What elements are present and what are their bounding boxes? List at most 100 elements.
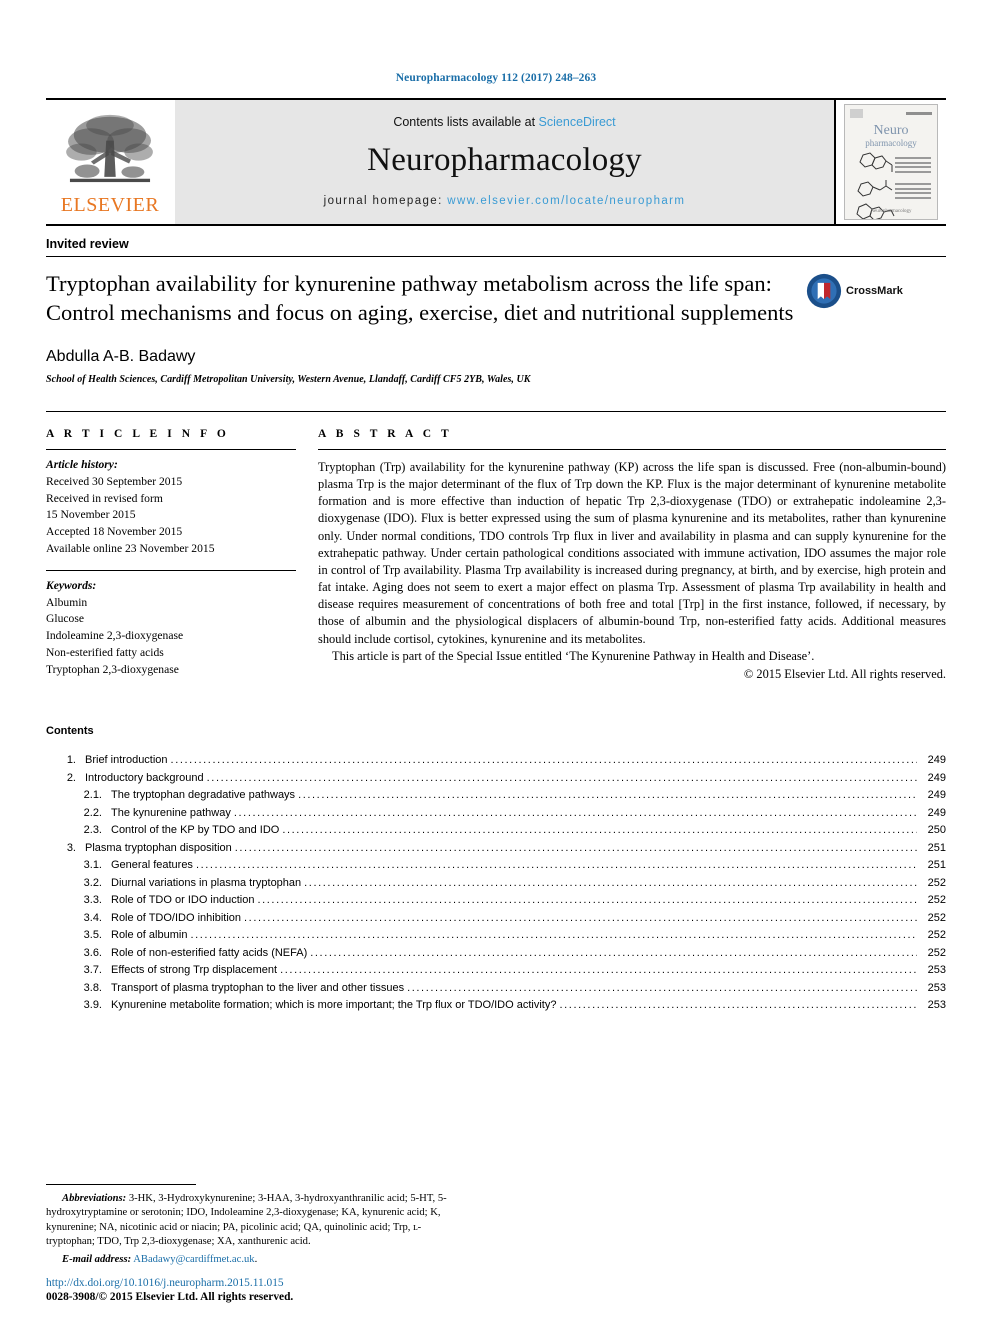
toc-label: Role of non-esterified fatty acids (NEFA… — [111, 946, 308, 959]
toc-number: 2. — [66, 771, 76, 784]
article-history: Article history: Received 30 September 2… — [46, 450, 296, 558]
toc-row[interactable]: 3.6. Role of non-esterified fatty acids (… — [46, 946, 946, 959]
toc-page-number: 249 — [927, 789, 946, 802]
toc-row[interactable]: 2.1. The tryptophan degradative pathways.… — [46, 790, 946, 801]
masthead-center: Contents lists available at ScienceDirec… — [174, 100, 834, 224]
toc-number: 3.4. — [83, 911, 102, 924]
running-head: Neuropharmacology 112 (2017) 248–263 — [395, 72, 597, 84]
toc-leader-dots: ........................................… — [234, 842, 917, 854]
history-item: Received 30 September 2015 — [46, 474, 183, 488]
cover-title-line1: Neuro — [873, 123, 909, 138]
toc-number: 2.3. — [83, 824, 102, 837]
toc-row[interactable]: 3.8. Transport of plasma tryptophan to th… — [46, 981, 946, 994]
email-link[interactable]: ABadawy@cardiffmet.ac.uk — [133, 1254, 254, 1265]
toc-number: 3.3. — [83, 894, 102, 907]
contents-available-prefix: Contents lists available at — [393, 115, 539, 129]
toc-number: 3.6. — [83, 946, 102, 959]
elsevier-tree-icon — [66, 114, 153, 182]
toc-row[interactable]: 3.5. Role of albumin.....................… — [46, 930, 946, 941]
journal-cover-container: Neuro pharmacology Neuropharmacology — [834, 100, 946, 224]
toc-list: 1. Brief introduction....................… — [46, 755, 946, 1011]
cover-molecule-icon-1 — [859, 152, 893, 172]
toc-row[interactable]: 3.4. Role of TDO/IDO inhibition..........… — [46, 911, 946, 924]
toc-page-number: 252 — [927, 946, 946, 959]
abbreviations-note: Abbreviations: 3-HK, 3-Hydroxykynurenine… — [46, 1192, 466, 1249]
toc-row[interactable]: 2.3. Control of the KP by TDO and IDO....… — [46, 825, 946, 836]
toc-label: Plasma tryptophan disposition — [85, 841, 232, 854]
cover-title: Neuro pharmacology — [845, 123, 937, 148]
cover-elsevier-mark-icon — [850, 109, 863, 118]
doi-link[interactable]: http://dx.doi.org/10.1016/j.neuropharm.2… — [46, 1277, 293, 1289]
toc-label: Effects of strong Trp displacement — [111, 964, 278, 977]
abstract-heading: A B S T R A C T — [318, 427, 453, 440]
journal-homepage-line: journal homepage: www.elsevier.com/locat… — [324, 195, 686, 207]
toc-label: Kynurenine metabolite formation; which i… — [111, 999, 557, 1012]
email-note: E-mail address: ABadawy@cardiffmet.ac.uk… — [62, 1254, 258, 1265]
toc-label: Introductory background — [85, 771, 204, 784]
abstract-text: Tryptophan (Trp) availability for the ky… — [318, 459, 946, 646]
crossmark-badge[interactable]: CrossMark — [806, 273, 910, 309]
toc-label: General features — [111, 859, 193, 872]
toc-row[interactable]: 3. Plasma tryptophan disposition.........… — [46, 841, 946, 854]
toc-page-number: 250 — [927, 824, 946, 837]
toc-number: 1. — [66, 754, 76, 767]
toc-row[interactable]: 2.2. The kynurenine pathway..............… — [46, 806, 946, 819]
abstract-column: A B S T R A C T Tryptophan (Trp) availab… — [318, 428, 946, 683]
toc-label: The tryptophan degradative pathways — [111, 789, 296, 802]
cover-footer: Neuropharmacology — [870, 209, 912, 214]
toc-leader-dots: ........................................… — [206, 772, 917, 784]
elsevier-wordmark: ELSEVIER — [60, 193, 160, 216]
toc-row[interactable]: 3.1. General features....................… — [46, 860, 946, 871]
toc-leader-dots: ........................................… — [190, 930, 917, 942]
history-item: Available online 23 November 2015 — [46, 541, 215, 555]
keyword-item: Tryptophan 2,3-dioxygenase — [46, 662, 179, 676]
toc-row[interactable]: 3.3. Role of TDO or IDO induction........… — [46, 895, 946, 906]
toc-row[interactable]: 3.7. Effects of strong Trp displacement..… — [46, 965, 946, 976]
toc-row[interactable]: 3.9. Kynurenine metabolite formation; whi… — [46, 1000, 946, 1011]
author-affiliation: School of Health Sciences, Cardiff Metro… — [46, 373, 531, 385]
toc-row[interactable]: 2. Introductory background...............… — [46, 771, 946, 784]
toc-leader-dots: ........................................… — [244, 912, 917, 924]
toc-leader-dots: ........................................… — [282, 825, 917, 837]
toc-number: 3.2. — [83, 876, 102, 889]
issn-copyright: 0028-3908/© 2015 Elsevier Ltd. All right… — [46, 1291, 294, 1303]
keywords-label: Keywords: — [46, 578, 97, 592]
toc-leader-dots: ........................................… — [257, 895, 917, 907]
toc-leader-dots: ........................................… — [310, 947, 917, 959]
toc-leader-dots: ........................................… — [304, 877, 917, 889]
toc-page-number: 249 — [927, 771, 946, 784]
page-title: Tryptophan availability for kynurenine p… — [46, 271, 794, 326]
history-item: 15 November 2015 — [46, 508, 136, 522]
toc-page-number: 249 — [927, 806, 946, 819]
abstract-special-issue: This article is part of the Special Issu… — [332, 648, 815, 663]
toc-label: Role of albumin — [111, 929, 188, 942]
journal-title: Neuropharmacology — [367, 142, 642, 178]
toc-row[interactable]: 3.2. Diurnal variations in plasma tryptop… — [46, 876, 946, 889]
toc-row[interactable]: 1. Brief introduction....................… — [46, 755, 946, 766]
homepage-url-link[interactable]: www.elsevier.com/locate/neuropharm — [447, 195, 685, 207]
info-abstract-wrapper: A R T I C L E I N F O Article history: R… — [46, 410, 946, 683]
keyword-item: Glucose — [46, 612, 84, 626]
toc-label: Brief introduction — [85, 754, 168, 767]
toc-label: Role of TDO/IDO inhibition — [111, 911, 242, 924]
footnote-rule — [46, 1184, 196, 1186]
toc-label: Transport of plasma tryptophan to the li… — [111, 981, 405, 994]
toc-page-number: 252 — [927, 894, 946, 907]
homepage-prefix: journal homepage: — [323, 195, 448, 207]
author-name: Abdulla A-B. Badawy — [46, 347, 196, 365]
sciencedirect-link[interactable]: ScienceDirect — [539, 115, 616, 129]
toc-leader-dots: ........................................… — [233, 807, 917, 819]
toc-label: Diurnal variations in plasma tryptophan — [111, 876, 302, 889]
toc-page-number: 253 — [927, 964, 946, 977]
toc-leader-dots: ........................................… — [559, 1000, 917, 1012]
title-row: Tryptophan availability for kynurenine p… — [46, 269, 946, 328]
keyword-item: Non-esterified fatty acids — [46, 645, 164, 659]
toc-leader-dots: ........................................… — [280, 965, 917, 977]
history-item: Accepted 18 November 2015 — [46, 525, 183, 539]
toc-page-number: 252 — [927, 929, 946, 942]
crossmark-label: CrossMark — [846, 285, 903, 297]
toc-leader-dots: ........................................… — [170, 755, 917, 767]
cover-issue-tag — [906, 112, 932, 115]
toc-page-number: 252 — [927, 911, 946, 924]
toc-label: The kynurenine pathway — [111, 806, 231, 819]
